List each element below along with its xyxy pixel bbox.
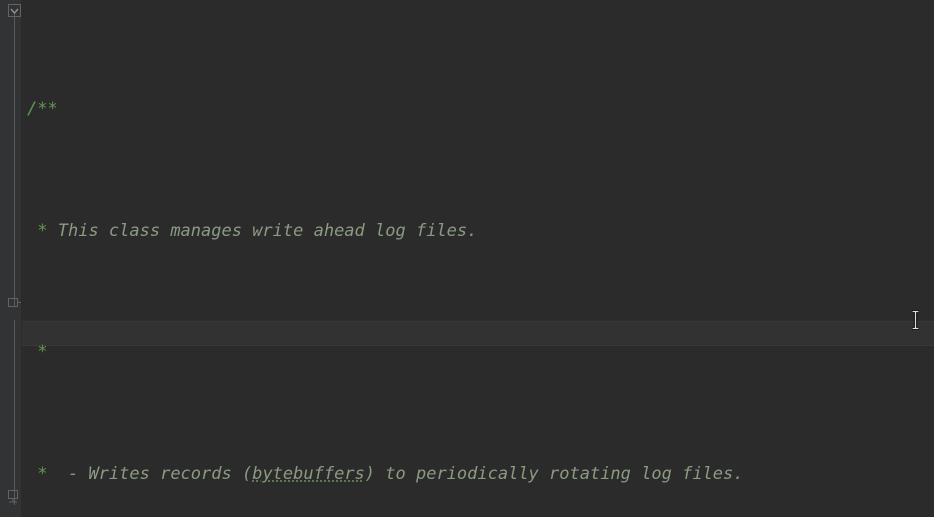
misspelled-word: bytebuffers	[252, 463, 365, 484]
line-doc-3: * - Writes records (bytebuffers) to peri…	[22, 462, 856, 486]
fold-end-icon-class[interactable]	[8, 490, 21, 503]
fold-region-bar-comment	[14, 14, 15, 307]
fold-region-bar-class	[14, 320, 15, 505]
doc-star: *	[37, 342, 48, 363]
line-doc-1: * This class manages write ahead log fil…	[22, 219, 856, 243]
doc-star: *	[37, 463, 48, 484]
editor-gutter[interactable]	[0, 0, 22, 517]
doc-star: *	[37, 220, 48, 241]
fold-end-icon-comment[interactable]	[8, 296, 21, 309]
line-doc-2: *	[22, 340, 856, 364]
editor-text-surface[interactable]: /** * This class manages write ahead log…	[22, 0, 934, 517]
doc-open-token: /**	[27, 99, 58, 120]
doc-text: This class manages write ahead log files…	[47, 220, 478, 241]
gutter-separator	[21, 0, 22, 517]
fold-collapse-icon-comment[interactable]	[8, 4, 21, 17]
doc-text-pre: - Writes records (	[47, 463, 253, 484]
line-doc-open: /**	[22, 97, 856, 121]
code-editor[interactable]: /** * This class manages write ahead log…	[0, 0, 934, 517]
doc-text-post: ) to periodically rotating log files.	[364, 463, 744, 484]
source-code[interactable]: /** * This class manages write ahead log…	[22, 0, 856, 517]
